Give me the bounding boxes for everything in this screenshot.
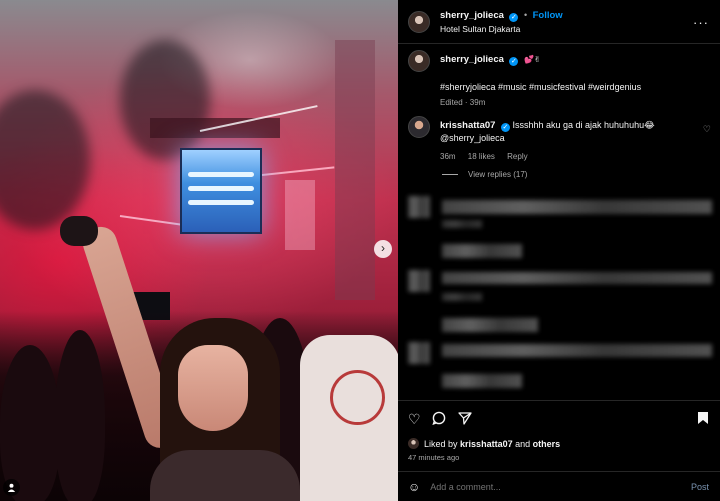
palm-tree-shape [0,90,90,230]
author-username[interactable]: sherry_jolieca [440,10,504,21]
blurred-comment [442,344,712,357]
avatar[interactable] [408,438,419,449]
raised-hand [60,216,98,246]
header-text: sherry_jolieca ✓ • Follow Hotel Sultan D… [440,10,563,34]
caption-meta: Edited · 39m [440,98,486,107]
instagram-post-view: › sherry_jolieca ✓ • Follow Hotel Sultan… [0,0,720,501]
blurred-avatar [408,270,430,292]
shirt-logo [330,370,385,425]
post-timestamp: 47 minutes ago [408,453,460,462]
bookmark-icon[interactable] [697,411,709,428]
subject-top [150,450,300,501]
add-comment-input[interactable]: Add a comment... [430,482,501,492]
share-icon[interactable] [458,411,472,428]
post-photo[interactable]: › [0,0,398,501]
post-actions: ♡ Liked by krisshatta07 and others 47 mi… [398,400,720,501]
blurred-comment [442,272,712,284]
comment-text: Issshhh aku ga di ajak huhuhuhu😂 [512,120,655,130]
stage-light [285,180,315,250]
post-side-panel: sherry_jolieca ✓ • Follow Hotel Sultan D… [398,0,720,501]
view-replies-label: View replies (17) [468,170,528,179]
blurred-avatar [408,196,430,218]
follow-button[interactable]: Follow [533,10,563,21]
blurred-comment [442,293,482,301]
post-caption: sherry_jolieca ✓ 💕✌ #sherryjolieca #musi… [408,50,713,107]
avatar[interactable] [408,10,430,33]
comment-item: krisshatta07 ✓ Issshhh aku ga di ajak hu… [408,116,713,161]
liked-by-conj: and [515,438,531,449]
comment-username[interactable]: krisshatta07 [440,120,495,131]
add-comment-row: ☺ Add a comment... Post [398,471,720,501]
post-comment-button[interactable]: Post [691,482,709,492]
liked-by-others[interactable]: others [533,439,561,449]
more-icon[interactable]: ··· [693,15,709,30]
caption-emoji: 💕✌ [523,55,541,64]
caption-body: sherry_jolieca ✓ 💕✌ #sherryjolieca #musi… [440,50,641,107]
chevron-right-icon: › [381,241,385,255]
comment-icon[interactable] [432,411,446,428]
smile-icon[interactable]: ☺ [408,480,420,494]
likes-summary: Liked by krisshatta07 and others [408,438,560,449]
subject-face [178,345,248,431]
blurred-comment [442,374,522,388]
view-replies-button[interactable]: View replies (17) [442,170,527,179]
verified-icon: ✓ [509,12,519,22]
comment-heart-icon[interactable]: ♡ [703,124,711,135]
caption-hashtags[interactable]: #sherryjolieca #music #musicfestival #we… [440,82,641,92]
post-header: sherry_jolieca ✓ • Follow Hotel Sultan D… [398,0,720,44]
stage-led-screen [180,148,262,234]
comment-time: 36m [440,152,456,161]
avatar[interactable] [408,116,430,138]
next-photo-button[interactable]: › [374,240,392,258]
stage-truss [335,40,375,300]
comment-likes[interactable]: 18 likes [468,152,495,161]
blurred-comment [442,244,522,258]
liked-by-prefix: Liked by [424,438,458,449]
location-link[interactable]: Hotel Sultan Djakarta [440,24,563,34]
separator-dot: • [523,9,528,20]
palm-tree-shape [120,40,210,160]
comment-mention[interactable]: @sherry_jolieca [440,133,505,143]
liked-by-user[interactable]: krisshatta07 [460,439,513,449]
user-icon [7,483,16,492]
blurred-comment [442,200,712,214]
replies-divider [442,174,458,175]
heart-icon[interactable]: ♡ [408,411,421,428]
person-silhouette [0,345,60,501]
person-silhouette [55,330,105,501]
reply-button[interactable]: Reply [507,152,527,161]
tagged-users-button[interactable] [3,479,20,496]
verified-icon: ✓ [509,57,519,66]
blurred-comment [442,220,482,228]
comment-body: krisshatta07 ✓ Issshhh aku ga di ajak hu… [440,116,655,161]
verified-icon: ✓ [500,123,510,132]
caption-username[interactable]: sherry_jolieca [440,54,504,65]
blurred-avatar [408,342,430,364]
blurred-comment [442,318,538,332]
avatar[interactable] [408,50,430,72]
